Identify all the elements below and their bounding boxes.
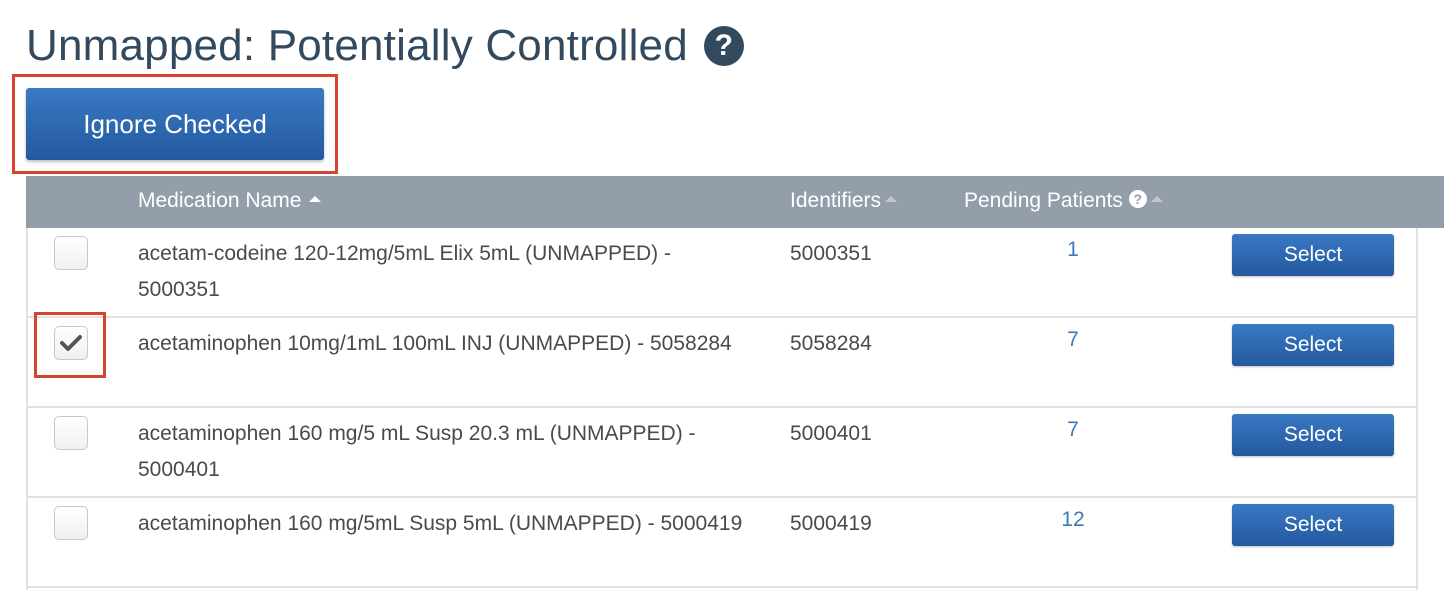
page-title: Unmapped: Potentially Controlled ? bbox=[26, 18, 744, 74]
medication-identifier: 5058284 bbox=[790, 332, 872, 355]
medication-name: acetaminophen 160 mg/5 mL Susp 20.3 mL (… bbox=[138, 422, 696, 481]
question-circle-icon[interactable]: ? bbox=[1128, 190, 1147, 209]
medication-identifier: 5000401 bbox=[790, 422, 872, 445]
medication-name: acetaminophen 10mg/1mL 100mL INJ (UNMAPP… bbox=[138, 332, 732, 355]
sort-ascending-icon bbox=[309, 196, 322, 203]
medications-table: Medication Name Identifiers Pending Pati… bbox=[26, 176, 1444, 590]
table-row: acetaminophen 160 mg/5 mL Susp 20.3 mL (… bbox=[28, 408, 1416, 498]
table-row: acetaminophen 160 mg/5mL Susp 5mL (UNMAP… bbox=[28, 498, 1416, 588]
ignore-checked-button[interactable]: Ignore Checked bbox=[26, 88, 324, 160]
sort-inactive-icon bbox=[885, 196, 898, 203]
question-circle-icon[interactable]: ? bbox=[703, 26, 744, 66]
select-button[interactable]: Select bbox=[1232, 504, 1394, 546]
column-header-label: Identifiers bbox=[790, 189, 882, 212]
column-header-label: Medication Name bbox=[138, 189, 302, 212]
column-header-identifiers[interactable]: Identifiers bbox=[790, 176, 898, 228]
column-header-label: Pending Patients bbox=[964, 189, 1123, 212]
table-header: Medication Name Identifiers Pending Pati… bbox=[26, 176, 1444, 228]
select-button[interactable]: Select bbox=[1232, 234, 1394, 276]
pending-patients-link[interactable]: 12 bbox=[1028, 502, 1118, 538]
table-row: acetaminophen 10mg/1mL 100mL INJ (UNMAPP… bbox=[28, 318, 1416, 408]
sort-inactive-icon bbox=[1150, 196, 1163, 203]
medication-identifier: 5000351 bbox=[790, 242, 872, 265]
row-checkbox[interactable] bbox=[54, 506, 88, 540]
select-button[interactable]: Select bbox=[1232, 324, 1394, 366]
pending-patients-link[interactable]: 1 bbox=[1028, 232, 1118, 268]
row-checkbox[interactable] bbox=[54, 326, 88, 360]
medication-identifier: 5000419 bbox=[790, 512, 872, 535]
column-header-pending-patients[interactable]: Pending Patients? bbox=[964, 176, 1163, 228]
row-checkbox[interactable] bbox=[54, 236, 88, 270]
column-header-medication-name[interactable]: Medication Name bbox=[138, 176, 322, 228]
pending-patients-link[interactable]: 7 bbox=[1028, 322, 1118, 358]
checkmark-icon bbox=[60, 335, 82, 351]
pending-patients-link[interactable]: 7 bbox=[1028, 412, 1118, 448]
select-button[interactable]: Select bbox=[1232, 414, 1394, 456]
medication-name: acetam-codeine 120-12mg/5mL Elix 5mL (UN… bbox=[138, 242, 671, 301]
medication-name: acetaminophen 160 mg/5mL Susp 5mL (UNMAP… bbox=[138, 512, 743, 535]
page-title-text: Unmapped: Potentially Controlled bbox=[26, 21, 688, 70]
table-row: acetam-codeine 120-12mg/5mL Elix 5mL (UN… bbox=[28, 228, 1416, 318]
row-checkbox[interactable] bbox=[54, 416, 88, 450]
